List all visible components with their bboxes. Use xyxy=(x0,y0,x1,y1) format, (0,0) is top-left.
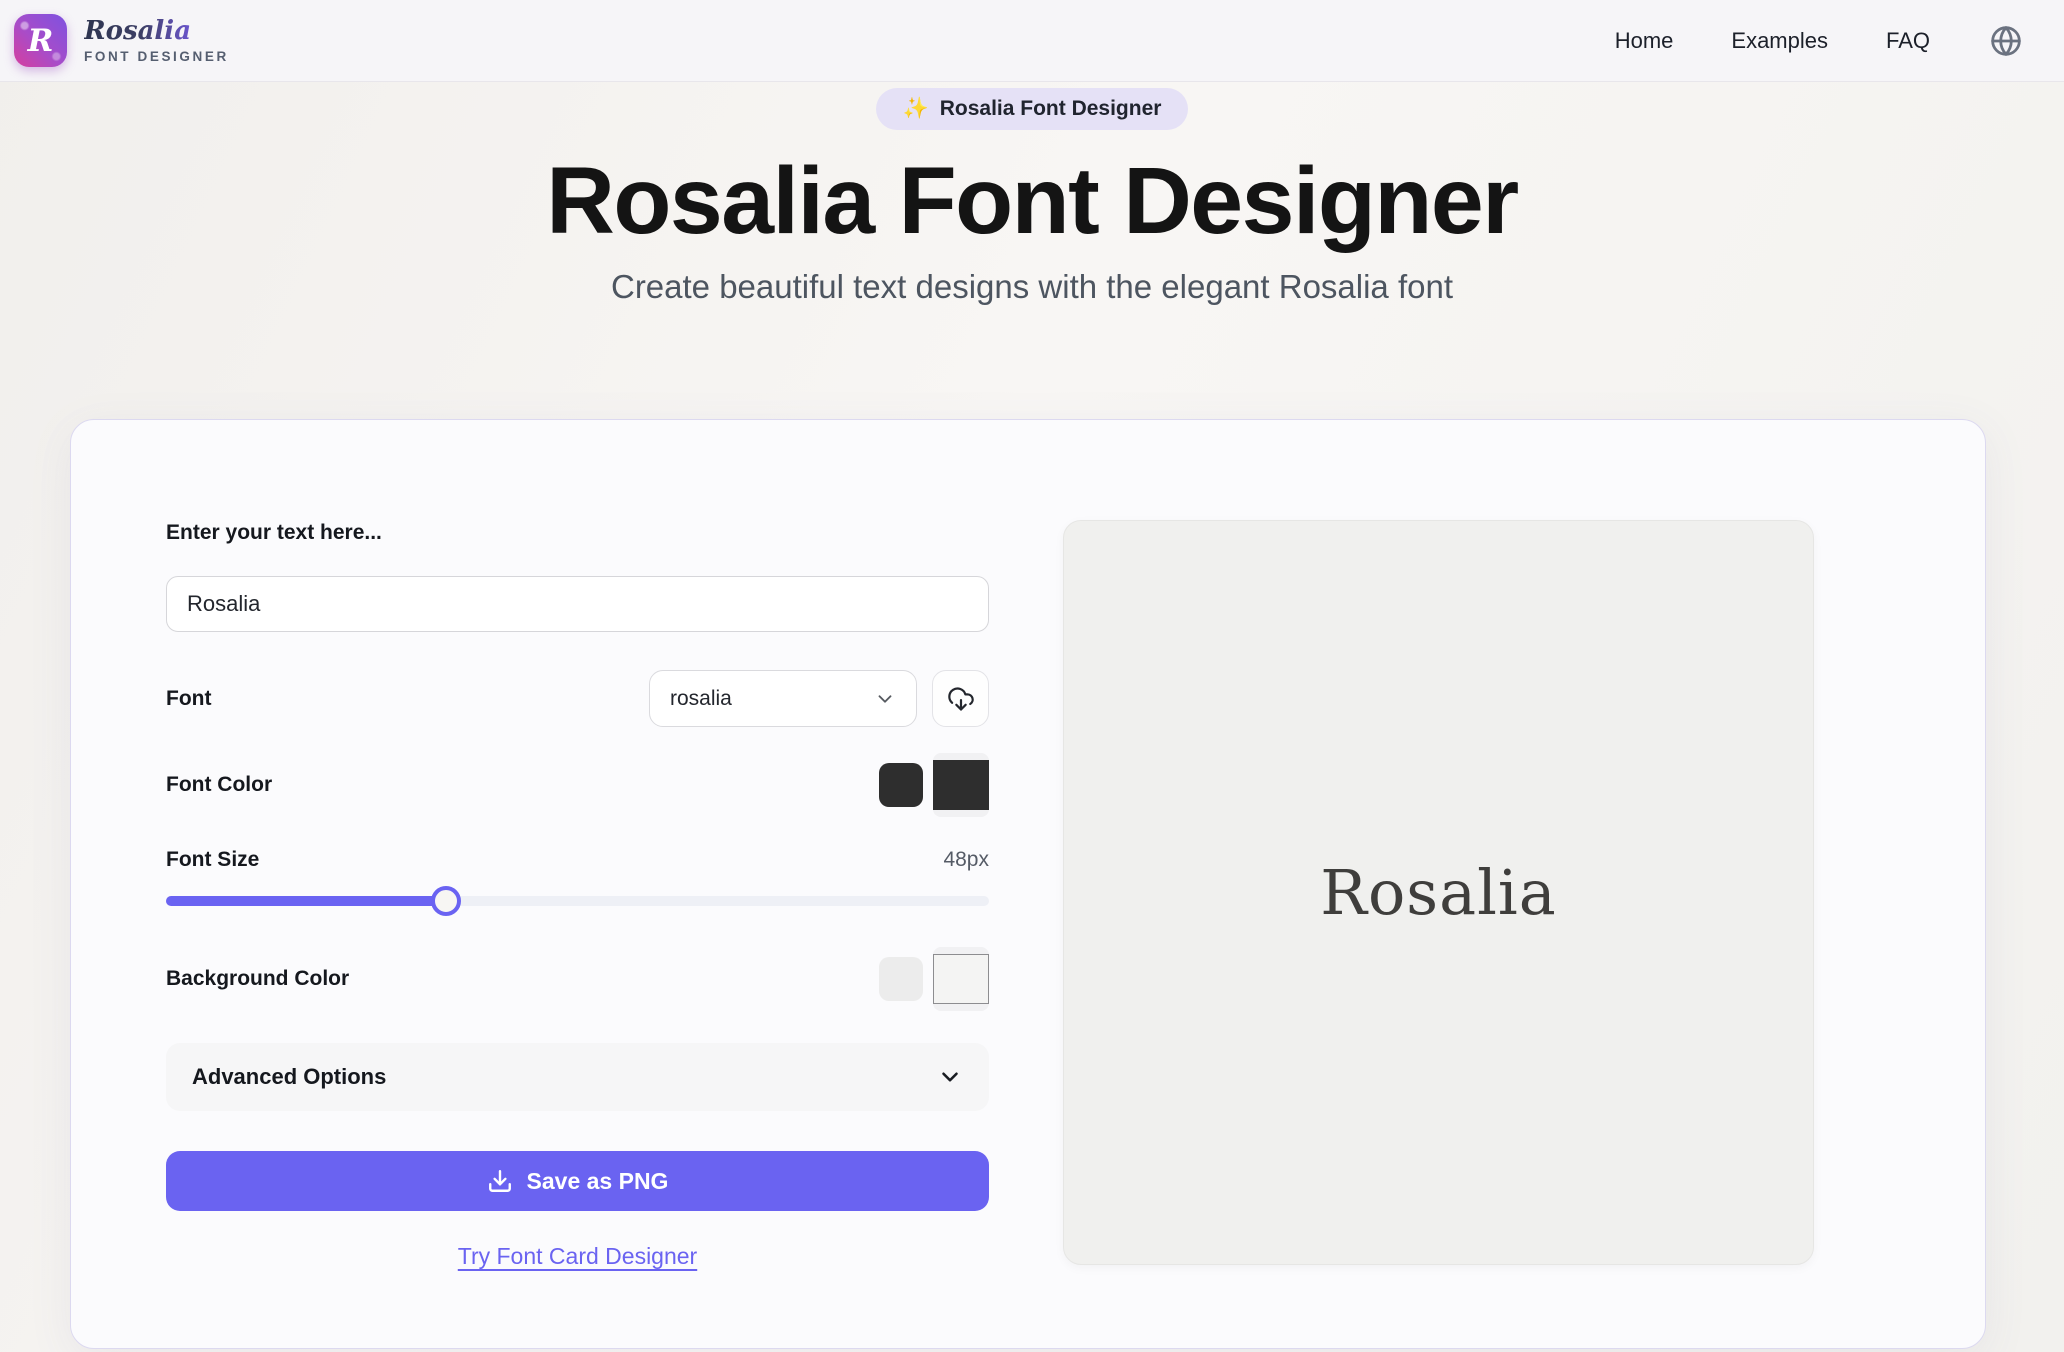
nav-item-examples[interactable]: Examples xyxy=(1731,28,1828,54)
download-font-button[interactable] xyxy=(932,670,989,727)
page-title: Rosalia Font Designer xyxy=(0,148,2064,254)
font-size-slider-thumb[interactable] xyxy=(431,886,461,916)
font-color-swatch[interactable] xyxy=(879,763,923,807)
text-input-label: Enter your text here... xyxy=(166,520,989,546)
navbar: R Rosalia FONT DESIGNER Home Examples FA… xyxy=(0,0,2064,82)
download-icon xyxy=(487,1168,513,1194)
font-label: Font xyxy=(166,686,211,712)
cloud-download-icon xyxy=(947,685,975,713)
preview-text: Rosalia xyxy=(1320,856,1556,929)
font-size-value: 48px xyxy=(943,848,989,872)
background-color-label: Background Color xyxy=(166,966,349,992)
editor-column: Enter your text here... Font rosalia xyxy=(166,520,989,1348)
font-select[interactable]: rosalia xyxy=(649,670,917,727)
save-as-png-button[interactable]: Save as PNG xyxy=(166,1151,989,1211)
save-as-png-label: Save as PNG xyxy=(527,1168,669,1195)
nav-item-home[interactable]: Home xyxy=(1615,28,1674,54)
background-color-picker-fill xyxy=(933,954,989,1004)
hero: ✨ Rosalia Font Designer Rosalia Font Des… xyxy=(0,82,2064,306)
hero-badge: ✨ Rosalia Font Designer xyxy=(876,88,1189,130)
chevron-down-icon xyxy=(937,1064,963,1090)
font-size-label: Font Size xyxy=(166,847,259,873)
font-color-label: Font Color xyxy=(166,772,272,798)
preview-panel: Rosalia xyxy=(1063,520,1814,1265)
background-color-picker[interactable] xyxy=(933,947,989,1011)
text-input[interactable] xyxy=(166,576,989,632)
font-color-row: Font Color xyxy=(166,753,989,817)
chevron-down-icon xyxy=(874,688,896,710)
nav-item-faq[interactable]: FAQ xyxy=(1886,28,1930,54)
link-row: Try Font Card Designer xyxy=(166,1243,989,1270)
background-color-swatch[interactable] xyxy=(879,957,923,1001)
font-size-slider-fill xyxy=(166,896,446,906)
brand-logo[interactable]: R xyxy=(14,14,67,67)
sparkles-icon: ✨ xyxy=(903,97,929,121)
font-size-row: Font Size 48px xyxy=(166,845,989,875)
try-font-card-designer-link[interactable]: Try Font Card Designer xyxy=(458,1243,697,1269)
advanced-options-label: Advanced Options xyxy=(192,1064,386,1090)
language-globe-icon[interactable] xyxy=(1990,25,2022,57)
font-color-picker[interactable] xyxy=(933,753,989,817)
brand-tagline: FONT DESIGNER xyxy=(84,49,229,64)
page-subtitle: Create beautiful text designs with the e… xyxy=(0,268,2064,306)
brand-text: Rosalia FONT DESIGNER xyxy=(84,17,229,64)
hero-badge-label: Rosalia Font Designer xyxy=(940,97,1162,121)
advanced-options-toggle[interactable]: Advanced Options xyxy=(166,1043,989,1111)
background-color-row: Background Color xyxy=(166,947,989,1011)
font-color-picker-fill xyxy=(933,760,989,810)
font-row: Font rosalia xyxy=(166,670,989,727)
designer-card: Enter your text here... Font rosalia xyxy=(70,419,1986,1349)
brand-name: Rosalia xyxy=(84,17,229,46)
font-size-slider[interactable] xyxy=(166,885,989,917)
font-select-value: rosalia xyxy=(670,687,732,711)
brand-logo-letter: R xyxy=(28,23,54,59)
nav-links: Home Examples FAQ xyxy=(1615,25,2022,57)
